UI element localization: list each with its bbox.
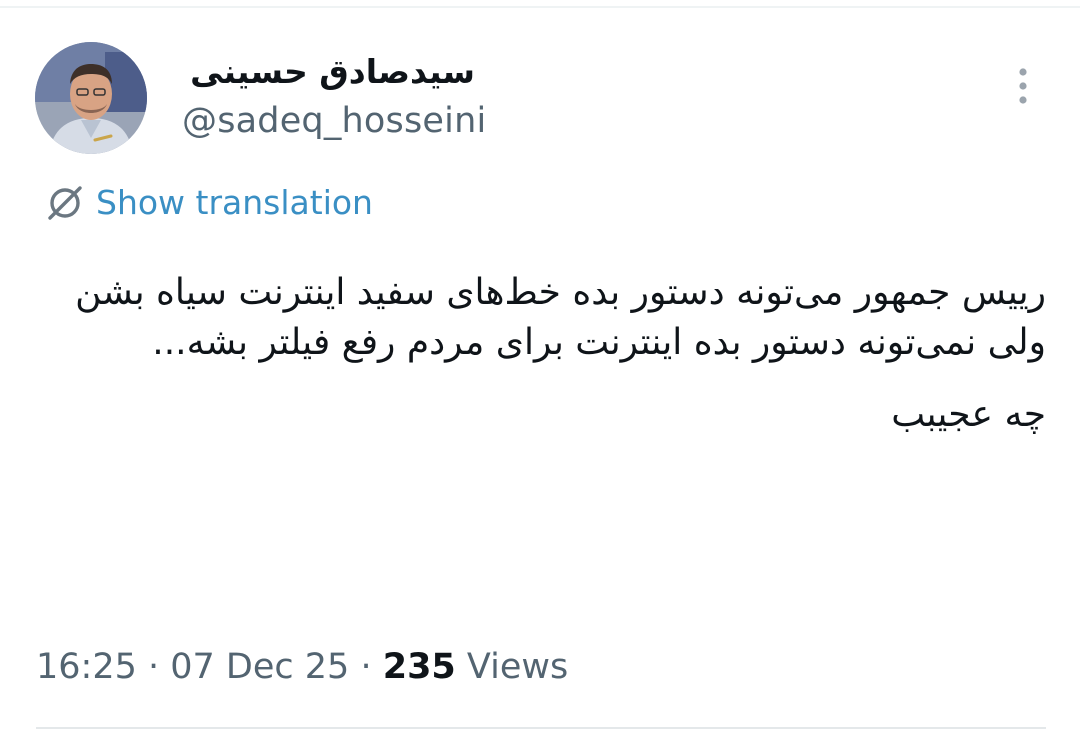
tweet-paragraph: چه عجیبب	[891, 394, 1046, 435]
author-display-name[interactable]: سیدصادق حسینی	[185, 50, 475, 94]
tweet-card: سیدصادق حسینی @sadeq_hosseini Show trans…	[0, 0, 1080, 749]
tweet-text: رییس جمهور می‌تونه دستور بده خط‌های سفید…	[40, 268, 1046, 440]
more-vertical-icon	[1017, 66, 1029, 110]
translate-icon	[44, 182, 86, 224]
top-divider	[0, 6, 1080, 8]
meta-separator: ·	[349, 647, 383, 687]
views-label: Views	[466, 647, 569, 687]
show-translation-button[interactable]: Show translation	[44, 180, 373, 226]
tweet-date[interactable]: 07 Dec 25	[170, 647, 349, 687]
tweet-paragraph: رییس جمهور می‌تونه دستور بده خط‌های سفید…	[75, 272, 1046, 363]
more-options-button[interactable]	[1003, 66, 1043, 110]
tweet-meta: 16:25 · 07 Dec 25 · 235 Views	[36, 642, 568, 692]
author-handle[interactable]: @sadeq_hosseini	[182, 98, 486, 144]
show-translation-label: Show translation	[96, 183, 373, 222]
tweet-time[interactable]: 16:25	[36, 647, 137, 687]
meta-separator: ·	[136, 647, 171, 687]
views-count[interactable]: 235	[383, 647, 456, 687]
bottom-divider	[36, 727, 1046, 729]
avatar[interactable]	[35, 42, 147, 154]
